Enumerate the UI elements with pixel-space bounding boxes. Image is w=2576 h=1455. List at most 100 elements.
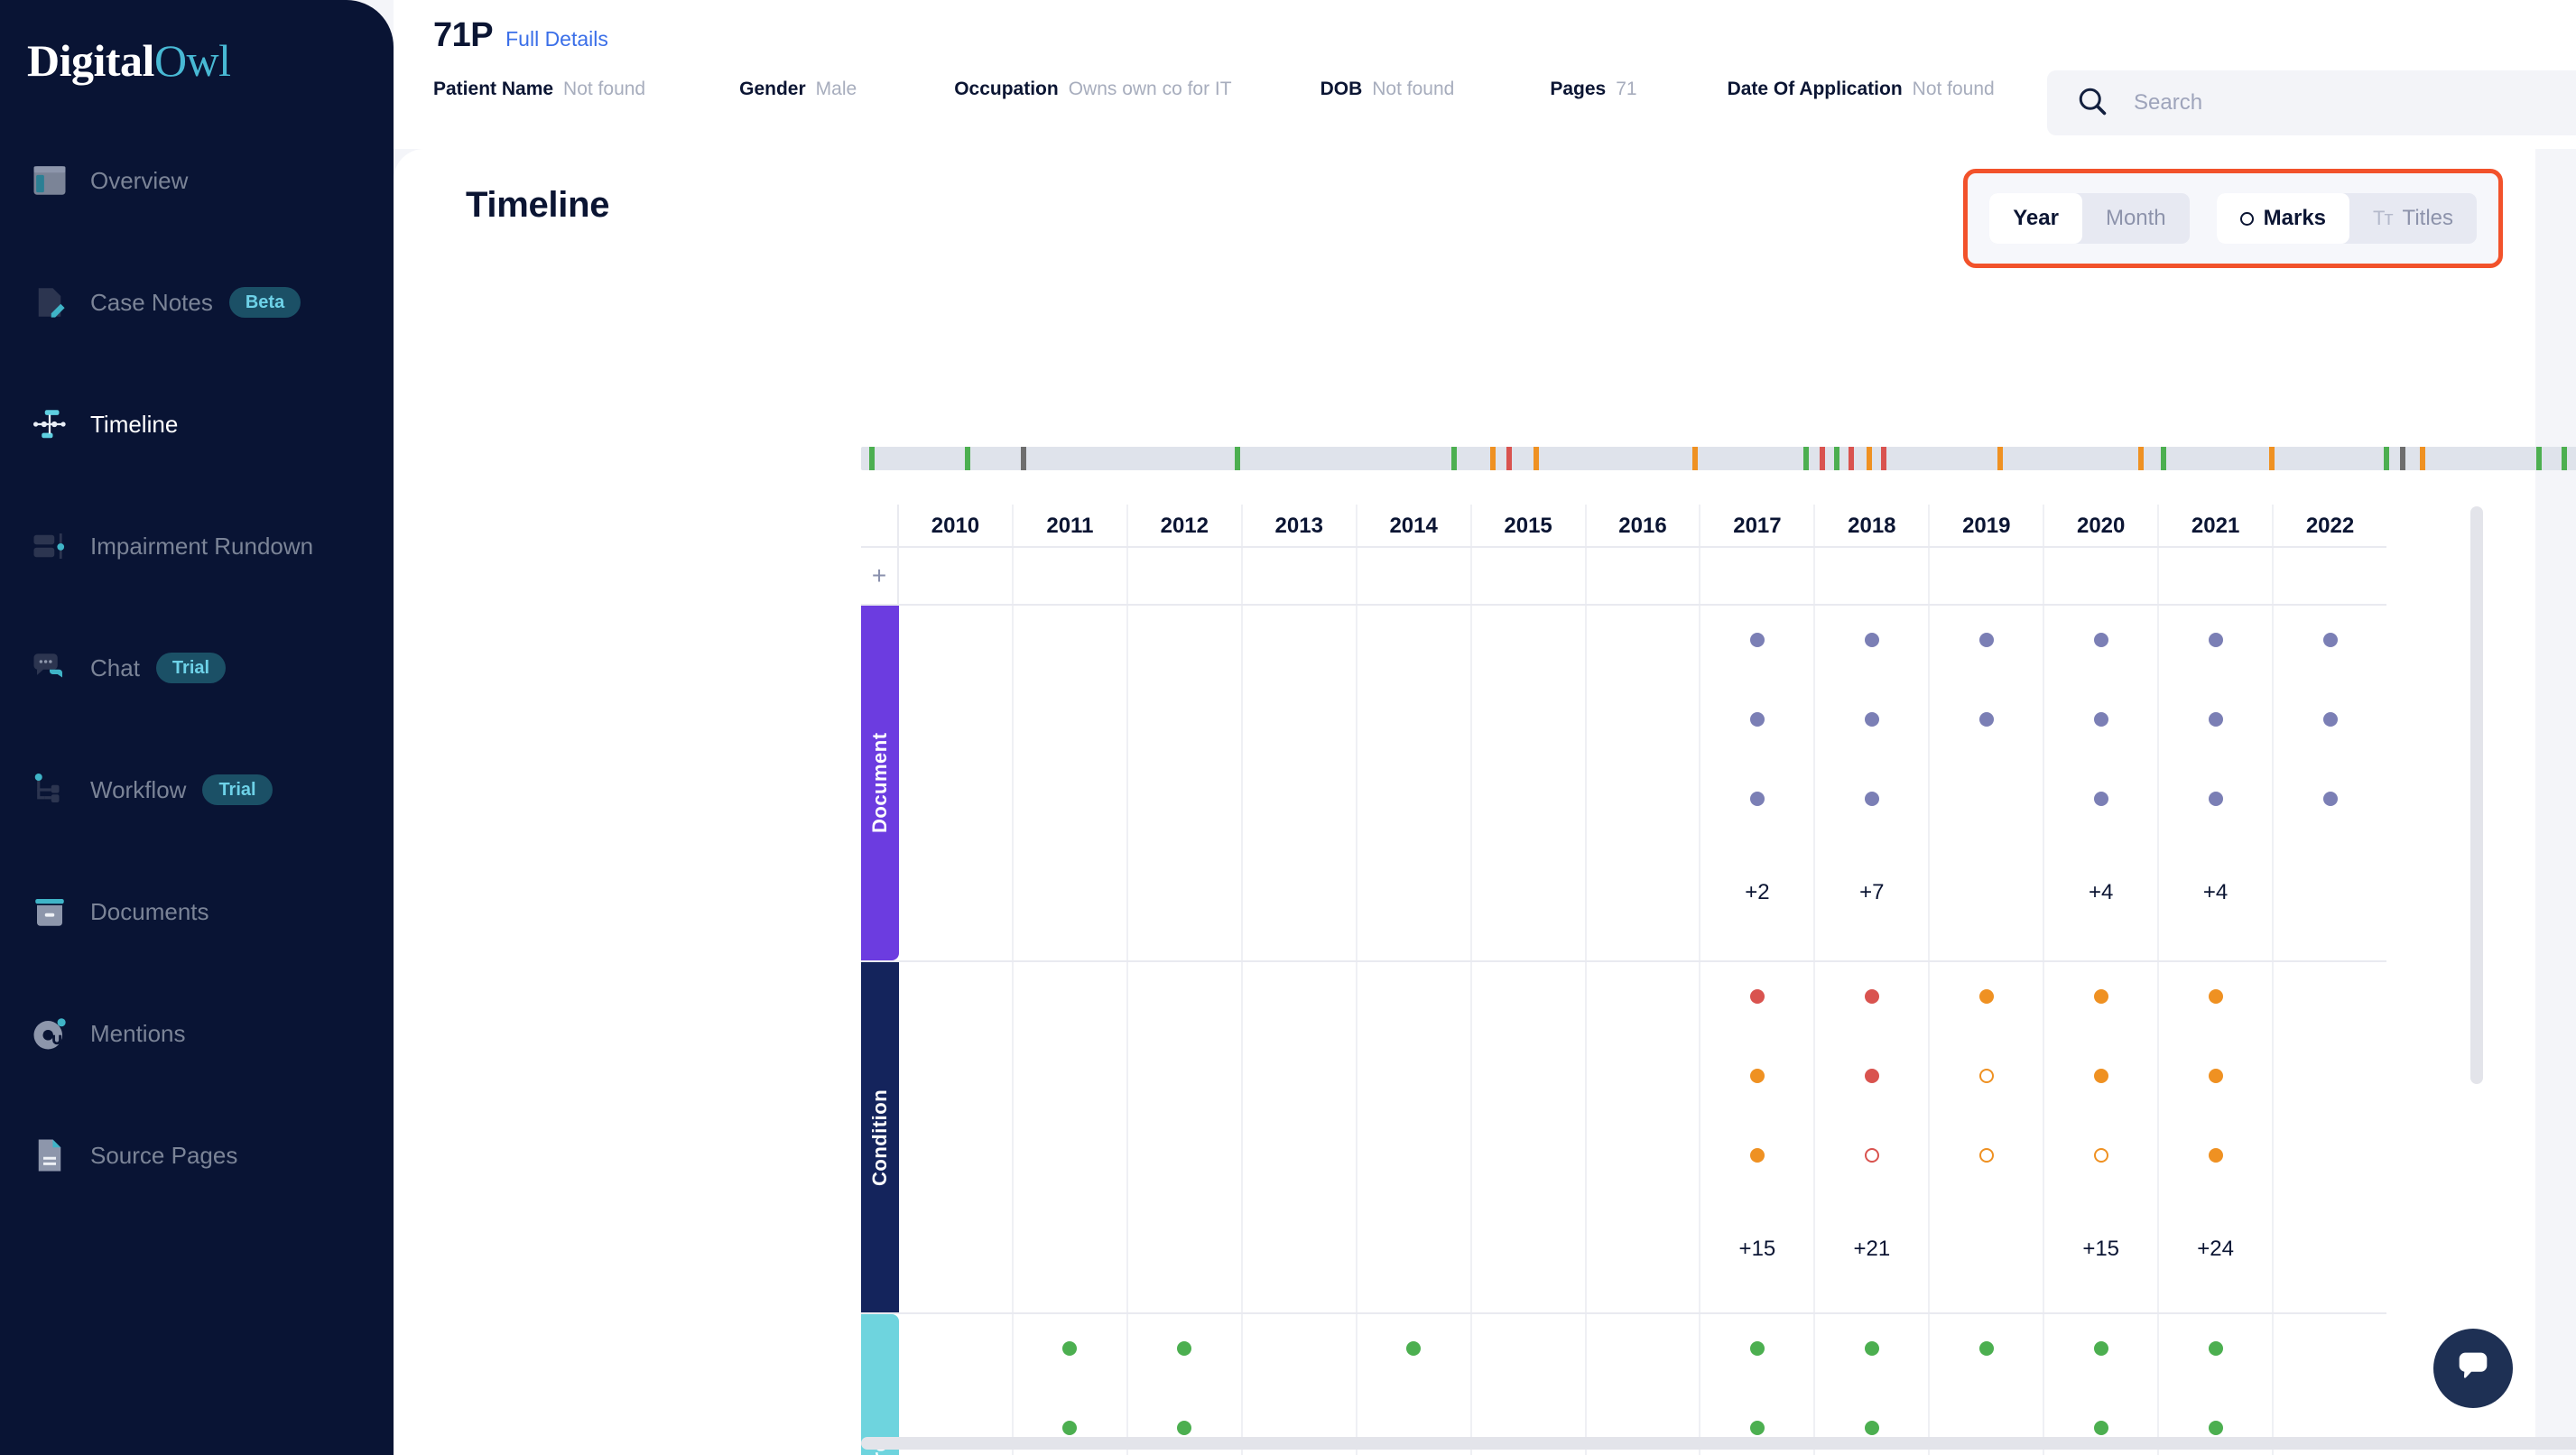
- timeline-cell[interactable]: +24: [2159, 962, 2275, 1312]
- add-row-cell[interactable]: [1128, 548, 1243, 604]
- timeline-cell[interactable]: [1930, 962, 2045, 1312]
- timeline-cell[interactable]: [1357, 962, 1472, 1312]
- sidebar-item-timeline[interactable]: Timeline: [0, 401, 394, 448]
- timeline-cell[interactable]: +2: [1700, 606, 1816, 960]
- timeline-dot[interactable]: [1864, 712, 1879, 727]
- display-option-titles[interactable]: Tᴛ Titles: [2349, 193, 2477, 244]
- timeline-dot[interactable]: [1749, 1148, 1765, 1163]
- add-row-cell[interactable]: [1243, 548, 1357, 604]
- timeline-cell[interactable]: [899, 1314, 1014, 1455]
- add-row-cell[interactable]: [1472, 548, 1587, 604]
- timeline-cell[interactable]: +4: [2044, 606, 2160, 960]
- timeline-dot[interactable]: [1864, 1069, 1879, 1083]
- timeline-cell[interactable]: [1587, 1314, 1701, 1455]
- sidebar-item-chat[interactable]: Chat Trial: [0, 644, 394, 691]
- timeline-dot[interactable]: [1978, 712, 1994, 727]
- add-row-cell[interactable]: [899, 548, 1014, 604]
- timeline-cell[interactable]: [1587, 962, 1701, 1312]
- timeline-dot[interactable]: [2322, 792, 2338, 806]
- timeline-cell[interactable]: +6: [2044, 1314, 2160, 1455]
- timeline-cell[interactable]: [899, 962, 1014, 1312]
- timeline-cell[interactable]: [1128, 606, 1243, 960]
- sidebar-item-workflow[interactable]: Workflow Trial: [0, 766, 394, 813]
- search-input[interactable]: [2134, 90, 2513, 116]
- timeline-dot[interactable]: [2093, 792, 2108, 806]
- timeline-cell[interactable]: [1587, 606, 1701, 960]
- timeline-dot[interactable]: [1177, 1341, 1192, 1356]
- timeline-dot[interactable]: [2322, 633, 2338, 647]
- timeline-dot[interactable]: [2093, 989, 2108, 1004]
- year-column-header[interactable]: 2012: [1128, 505, 1243, 546]
- add-row-cell[interactable]: [1014, 548, 1128, 604]
- year-column-header[interactable]: 2010: [899, 505, 1014, 546]
- vertical-scrollbar[interactable]: [2470, 506, 2483, 1084]
- sidebar-item-mentions[interactable]: Mentions: [0, 1010, 394, 1057]
- chat-fab-button[interactable]: [2433, 1329, 2513, 1408]
- year-column-header[interactable]: 2020: [2044, 505, 2160, 546]
- timeline-dot[interactable]: [2208, 792, 2223, 806]
- timeline-grid-scroll[interactable]: 2010 2011 2012 2013 2014 2015 2016 2017 2018 2019…: [861, 505, 2535, 1455]
- timeline-cell[interactable]: +21: [1815, 962, 1931, 1312]
- sidebar-item-documents[interactable]: Documents: [0, 888, 394, 935]
- timeline-dot[interactable]: [2208, 989, 2223, 1004]
- timeline-dot[interactable]: [2093, 1341, 2108, 1356]
- timeline-cell[interactable]: [1357, 1314, 1472, 1455]
- timeline-dot[interactable]: [1864, 1421, 1879, 1435]
- sidebar-item-overview[interactable]: Overview: [0, 157, 394, 204]
- timeline-dot[interactable]: [1177, 1421, 1192, 1435]
- timeline-cell[interactable]: [1930, 1314, 2045, 1455]
- timeline-cell[interactable]: [2274, 1314, 2386, 1455]
- add-row-cell[interactable]: [1587, 548, 1701, 604]
- more-count-label[interactable]: +7: [1859, 880, 1884, 905]
- timeline-cell[interactable]: [1128, 1314, 1243, 1455]
- timeline-cell[interactable]: [1472, 1314, 1587, 1455]
- timeline-dot[interactable]: [1749, 989, 1765, 1004]
- timeline-dot[interactable]: [1062, 1421, 1078, 1435]
- year-column-header[interactable]: 2019: [1930, 505, 2045, 546]
- year-column-header[interactable]: 2022: [2274, 505, 2386, 546]
- timeline-dot[interactable]: [2208, 633, 2223, 647]
- timeline-dot[interactable]: [2208, 1148, 2223, 1163]
- add-row-button[interactable]: +: [861, 548, 899, 604]
- add-row-cell[interactable]: [1930, 548, 2045, 604]
- timeline-dot[interactable]: [1749, 792, 1765, 806]
- timeline-dot[interactable]: [1749, 633, 1765, 647]
- timeline-dot[interactable]: [2208, 712, 2223, 727]
- lane-label-document[interactable]: Document: [861, 606, 899, 960]
- add-row-cell[interactable]: [1357, 548, 1472, 604]
- more-count-label[interactable]: +4: [2203, 880, 2228, 905]
- full-details-link[interactable]: Full Details: [505, 27, 608, 51]
- timeline-dot[interactable]: [1978, 989, 1994, 1004]
- timeline-dot[interactable]: [1749, 1069, 1765, 1083]
- timeline-cell[interactable]: [1014, 1314, 1128, 1455]
- lane-label-procedure[interactable]: Procedure: [861, 1314, 899, 1455]
- more-count-label[interactable]: +24: [2197, 1237, 2234, 1262]
- timeline-dot[interactable]: [1864, 989, 1879, 1004]
- display-option-marks[interactable]: Marks: [2216, 193, 2350, 244]
- year-column-header[interactable]: 2013: [1243, 505, 1357, 546]
- timeline-dot[interactable]: [2093, 1069, 2108, 1083]
- timeline-cell[interactable]: [1128, 962, 1243, 1312]
- timeline-dot-hollow[interactable]: [2093, 1148, 2108, 1163]
- timeline-dot[interactable]: [2093, 1421, 2108, 1435]
- timeline-dot-hollow[interactable]: [1978, 1148, 1994, 1163]
- sidebar-item-source-pages[interactable]: Source Pages: [0, 1132, 394, 1179]
- timeline-cell[interactable]: +4: [2159, 606, 2275, 960]
- timeline-dot[interactable]: [2208, 1341, 2223, 1356]
- timeline-cell[interactable]: [1930, 606, 2045, 960]
- timeline-dot[interactable]: [2093, 633, 2108, 647]
- year-column-header[interactable]: 2017: [1700, 505, 1816, 546]
- timeline-cell[interactable]: [2274, 606, 2386, 960]
- scale-option-year[interactable]: Year: [1989, 193, 2082, 244]
- timeline-dot[interactable]: [1062, 1341, 1078, 1356]
- timeline-dot-hollow[interactable]: [1978, 1069, 1994, 1083]
- timeline-cell[interactable]: [2274, 962, 2386, 1312]
- timeline-dot[interactable]: [2208, 1421, 2223, 1435]
- timeline-cell[interactable]: [1243, 962, 1357, 1312]
- timeline-dot[interactable]: [1749, 1421, 1765, 1435]
- more-count-label[interactable]: +15: [2082, 1237, 2119, 1262]
- more-count-label[interactable]: +2: [1745, 880, 1769, 905]
- timeline-cell[interactable]: +8: [1815, 1314, 1931, 1455]
- timeline-cell[interactable]: [1472, 962, 1587, 1312]
- more-count-label[interactable]: +4: [2089, 880, 2113, 905]
